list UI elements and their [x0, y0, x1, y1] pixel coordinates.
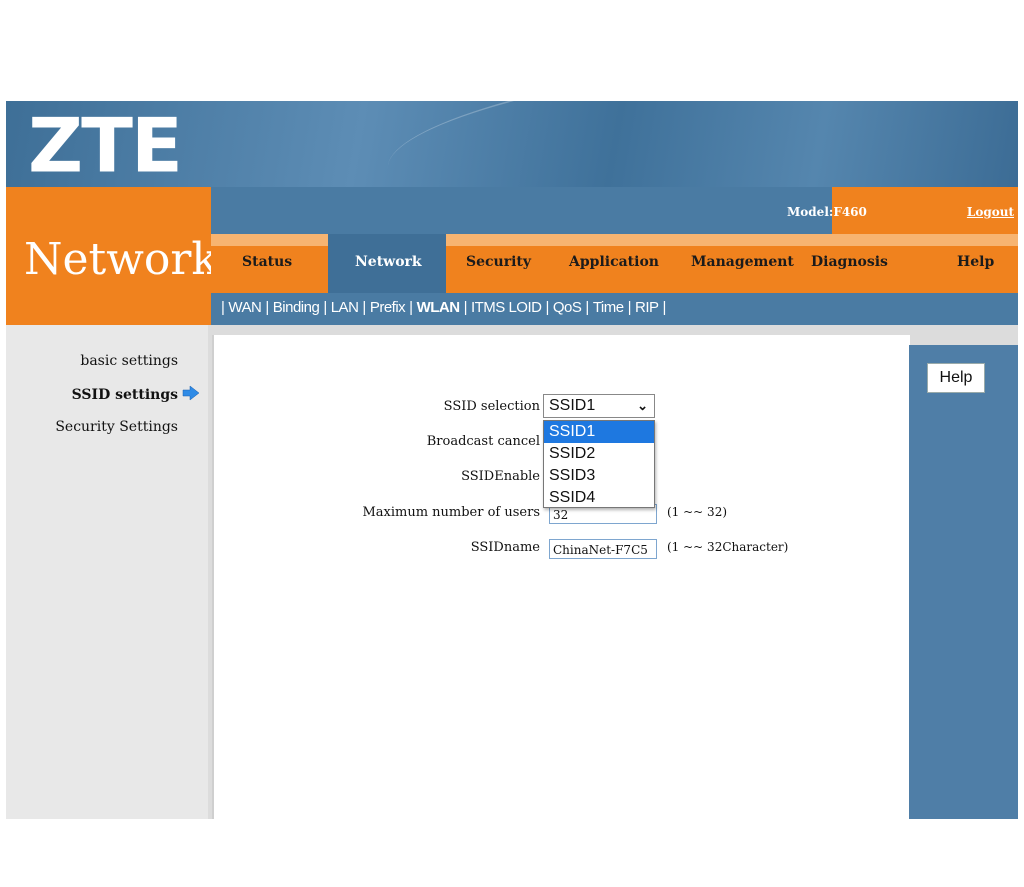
subnav-lan[interactable]: LAN — [331, 299, 359, 316]
ssid-option[interactable]: SSID4 — [544, 487, 654, 509]
max-users-hint: (1 ~~ 32) — [667, 505, 728, 519]
sidebar-item-ssid-settings[interactable]: SSID settings — [72, 387, 178, 403]
nav-security[interactable]: Security — [466, 254, 531, 270]
banner-swoosh — [380, 101, 1018, 187]
section-title: Network — [24, 234, 219, 285]
ssid-selection-label: SSID selection — [443, 399, 540, 414]
subnav-qos[interactable]: QoS — [553, 299, 582, 316]
subnav-wan[interactable]: WAN — [228, 299, 261, 316]
sub-nav: | WAN | Binding | LAN | Prefix | WLAN | ITMS LOID | Q… — [211, 293, 1018, 325]
subnav-prefix[interactable]: Prefix — [370, 299, 406, 316]
sidebar-item-security-settings[interactable]: Security Settings — [55, 419, 178, 435]
nav-diagnosis[interactable]: Diagnosis — [811, 254, 888, 270]
header-banner: ZTE — [6, 101, 1018, 187]
sidebar: basic settings SSID settings Security Se… — [6, 325, 208, 819]
subnav-rip[interactable]: RIP — [635, 299, 659, 316]
broadcast-cancel-label: Broadcast cancel — [426, 434, 540, 449]
subnav-time[interactable]: Time — [593, 299, 624, 316]
max-users-label: Maximum number of users — [362, 505, 540, 520]
section-title-block: Network — [6, 187, 218, 325]
ssid-dropdown[interactable]: SSID1 SSID2 SSID3 SSID4 — [543, 420, 655, 508]
ssid-enable-label: SSIDEnable — [461, 469, 540, 484]
subnav-wlan[interactable]: WLAN — [417, 299, 461, 316]
zte-logo: ZTE — [28, 101, 183, 187]
subnav-itms-loid[interactable]: ITMS LOID — [471, 299, 542, 316]
nav-status[interactable]: Status — [242, 254, 292, 270]
sub-nav-row: | WAN | Binding | LAN | Prefix | WLAN | ITMS LOID | Q… — [221, 299, 666, 316]
nav-network[interactable]: Network — [355, 254, 422, 270]
router-admin-frame: ZTE Network Model:F460 Logout Status Net… — [6, 101, 1018, 819]
sidebar-item-basic-settings[interactable]: basic settings — [80, 353, 178, 369]
ssid-name-input[interactable]: ChinaNet-F7C5 — [549, 539, 657, 559]
logout-link[interactable]: Logout — [967, 205, 1014, 219]
ssid-option[interactable]: SSID2 — [544, 443, 654, 465]
ssid-option[interactable]: SSID3 — [544, 465, 654, 487]
nav-application[interactable]: Application — [569, 254, 659, 270]
subnav-binding[interactable]: Binding — [273, 299, 320, 316]
ssid-name-hint: (1 ~~ 32Character) — [667, 540, 789, 554]
model-value: F460 — [833, 205, 867, 219]
ssid-name-label: SSIDname — [470, 540, 540, 555]
arrow-right-icon — [182, 385, 200, 401]
model-bar: Model:F460 Logout — [211, 187, 1018, 234]
nav-management[interactable]: Management — [691, 254, 794, 270]
nav-stripe — [446, 234, 1018, 246]
nav-stripe — [211, 234, 328, 246]
ssid-select[interactable]: SSID1 ⌄ — [543, 394, 655, 418]
ssid-option[interactable]: SSID1 — [544, 421, 654, 443]
chevron-down-icon: ⌄ — [637, 398, 648, 413]
help-button[interactable]: Help — [927, 363, 985, 393]
help-panel: Help — [909, 345, 1018, 819]
model-info: Model:F460 — [787, 205, 867, 219]
nav-help[interactable]: Help — [957, 254, 994, 270]
ssid-select-value: SSID1 — [549, 397, 596, 414]
main-nav: Status Network Security Application Mana… — [211, 234, 1018, 293]
model-label: Model: — [787, 205, 834, 219]
